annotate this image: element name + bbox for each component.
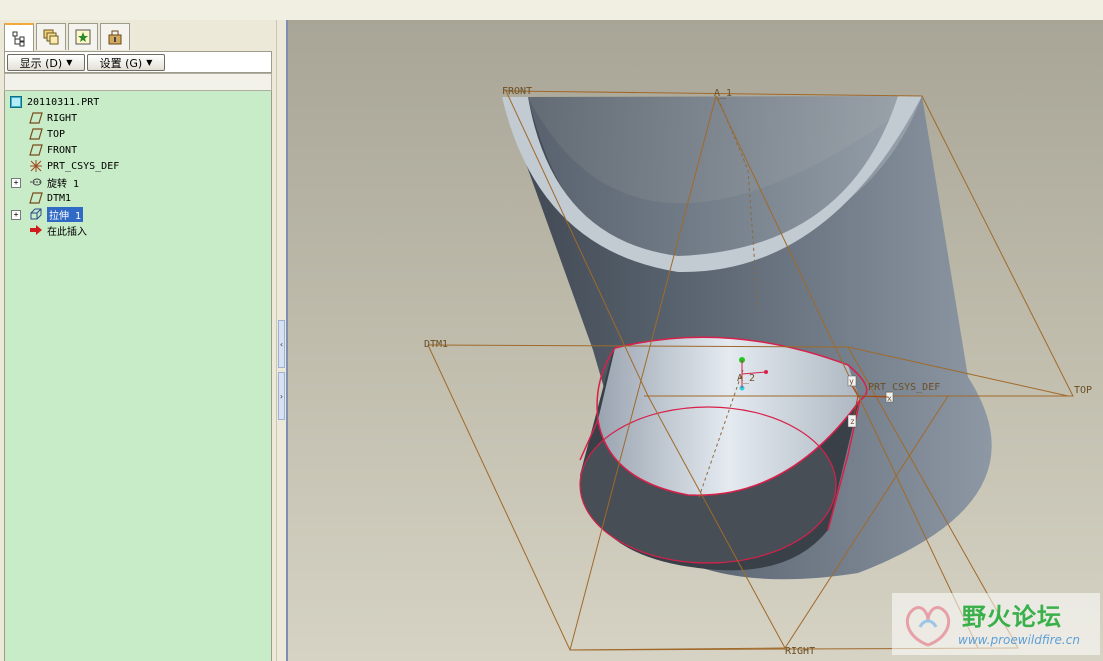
tree-root-label: 20110311.PRT: [27, 96, 100, 108]
datum-dtm1-label[interactable]: DTM1: [424, 339, 448, 350]
tree-item-label: FRONT: [47, 144, 78, 156]
datum-plane-icon: [29, 111, 43, 125]
navigator-tabs: [4, 23, 274, 52]
datum-front-label[interactable]: FRONT: [502, 86, 532, 97]
revolve-icon: [29, 175, 43, 189]
tab-tools[interactable]: [100, 23, 130, 50]
forum-logo-icon: [905, 606, 951, 647]
tree-item-label: DTM1: [47, 192, 72, 204]
chevron-right-icon: ›: [279, 391, 284, 401]
window-top-bar: [0, 0, 1103, 21]
model-tree-icon: [12, 31, 25, 46]
settings-dropdown-label: 设置 (G): [99, 56, 143, 70]
watermark: 野火论坛 www.proewildfire.cn: [892, 593, 1100, 655]
part-icon: [9, 95, 23, 109]
navigator-panel: 显示 (D) ▼ 设置 (G) ▼ 20110311.PRT RIGHT TOP: [0, 20, 276, 661]
insert-arrow-icon: [29, 223, 43, 237]
datum-right-label[interactable]: RIGHT: [785, 646, 815, 657]
show-dropdown[interactable]: 显示 (D) ▼: [7, 54, 85, 71]
tree-item-label: TOP: [47, 128, 66, 140]
graphics-viewport[interactable]: y z x FRONT A_1 DTM1 A_2 PRT_CSYS_DEF TO…: [286, 20, 1103, 661]
model-tree: 20110311.PRT RIGHT TOP FRONT PRT_CSYS_DE: [4, 91, 272, 661]
tree-item-extrude[interactable]: 拉伸 1: [29, 206, 84, 222]
layers-icon: [43, 29, 59, 45]
extrude-icon: [29, 207, 43, 221]
tab-favorites[interactable]: [68, 23, 98, 50]
tree-item-dtm1[interactable]: DTM1: [29, 190, 71, 206]
datum-plane-icon: [29, 127, 43, 141]
collapse-left-button[interactable]: ‹: [278, 320, 285, 368]
csys-x-label: x: [887, 394, 892, 403]
datum-top-label[interactable]: TOP: [1074, 385, 1092, 396]
tree-item-csys[interactable]: PRT_CSYS_DEF: [29, 158, 119, 174]
tab-model-tree[interactable]: [4, 23, 34, 52]
tools-icon: [108, 30, 122, 45]
chevron-left-icon: ‹: [279, 339, 284, 349]
navigator-toolbar: 显示 (D) ▼ 设置 (G) ▼: [4, 51, 272, 73]
expand-toggle-extrude[interactable]: +: [11, 210, 21, 220]
tab-layers[interactable]: [36, 23, 66, 50]
datum-plane-icon: [29, 143, 43, 157]
csys-y-label: y: [849, 377, 854, 386]
axis-a1-label[interactable]: A_1: [714, 88, 732, 99]
datum-plane-icon: [29, 191, 43, 205]
csys-z-label: z: [850, 417, 855, 426]
expand-right-button[interactable]: ›: [278, 372, 285, 420]
watermark-title: 野火论坛: [962, 603, 1062, 631]
tree-item-insert-here[interactable]: 在此插入: [29, 222, 87, 238]
tree-item-revolve[interactable]: 旋转 1: [29, 174, 79, 190]
tree-column-header: [4, 73, 272, 91]
tree-item-label: PRT_CSYS_DEF: [47, 160, 120, 172]
tree-item-top[interactable]: TOP: [29, 126, 65, 142]
tree-item-front[interactable]: FRONT: [29, 142, 77, 158]
favorites-icon: [75, 29, 91, 45]
tree-root[interactable]: 20110311.PRT: [9, 94, 99, 110]
expand-toggle-revolve[interactable]: +: [11, 178, 21, 188]
csys-label[interactable]: PRT_CSYS_DEF: [868, 382, 940, 393]
tree-item-label: 在此插入: [47, 226, 87, 238]
watermark-url: www.proewildfire.cn: [958, 633, 1080, 647]
settings-dropdown[interactable]: 设置 (G) ▼: [87, 54, 165, 71]
show-dropdown-label: 显示 (D): [19, 56, 63, 70]
tree-item-label: RIGHT: [47, 112, 78, 124]
model-canvas[interactable]: y z x FRONT A_1 DTM1 A_2 PRT_CSYS_DEF TO…: [288, 20, 1103, 661]
chevron-down-icon: ▼: [66, 58, 73, 67]
csys-icon: [29, 159, 43, 173]
tree-item-label: 旋转 1: [47, 178, 80, 190]
tree-item-label: 拉伸 1: [47, 206, 84, 222]
tree-item-right[interactable]: RIGHT: [29, 110, 77, 126]
axis-a2-label[interactable]: A_2: [737, 373, 755, 384]
chevron-down-icon: ▼: [146, 58, 153, 67]
